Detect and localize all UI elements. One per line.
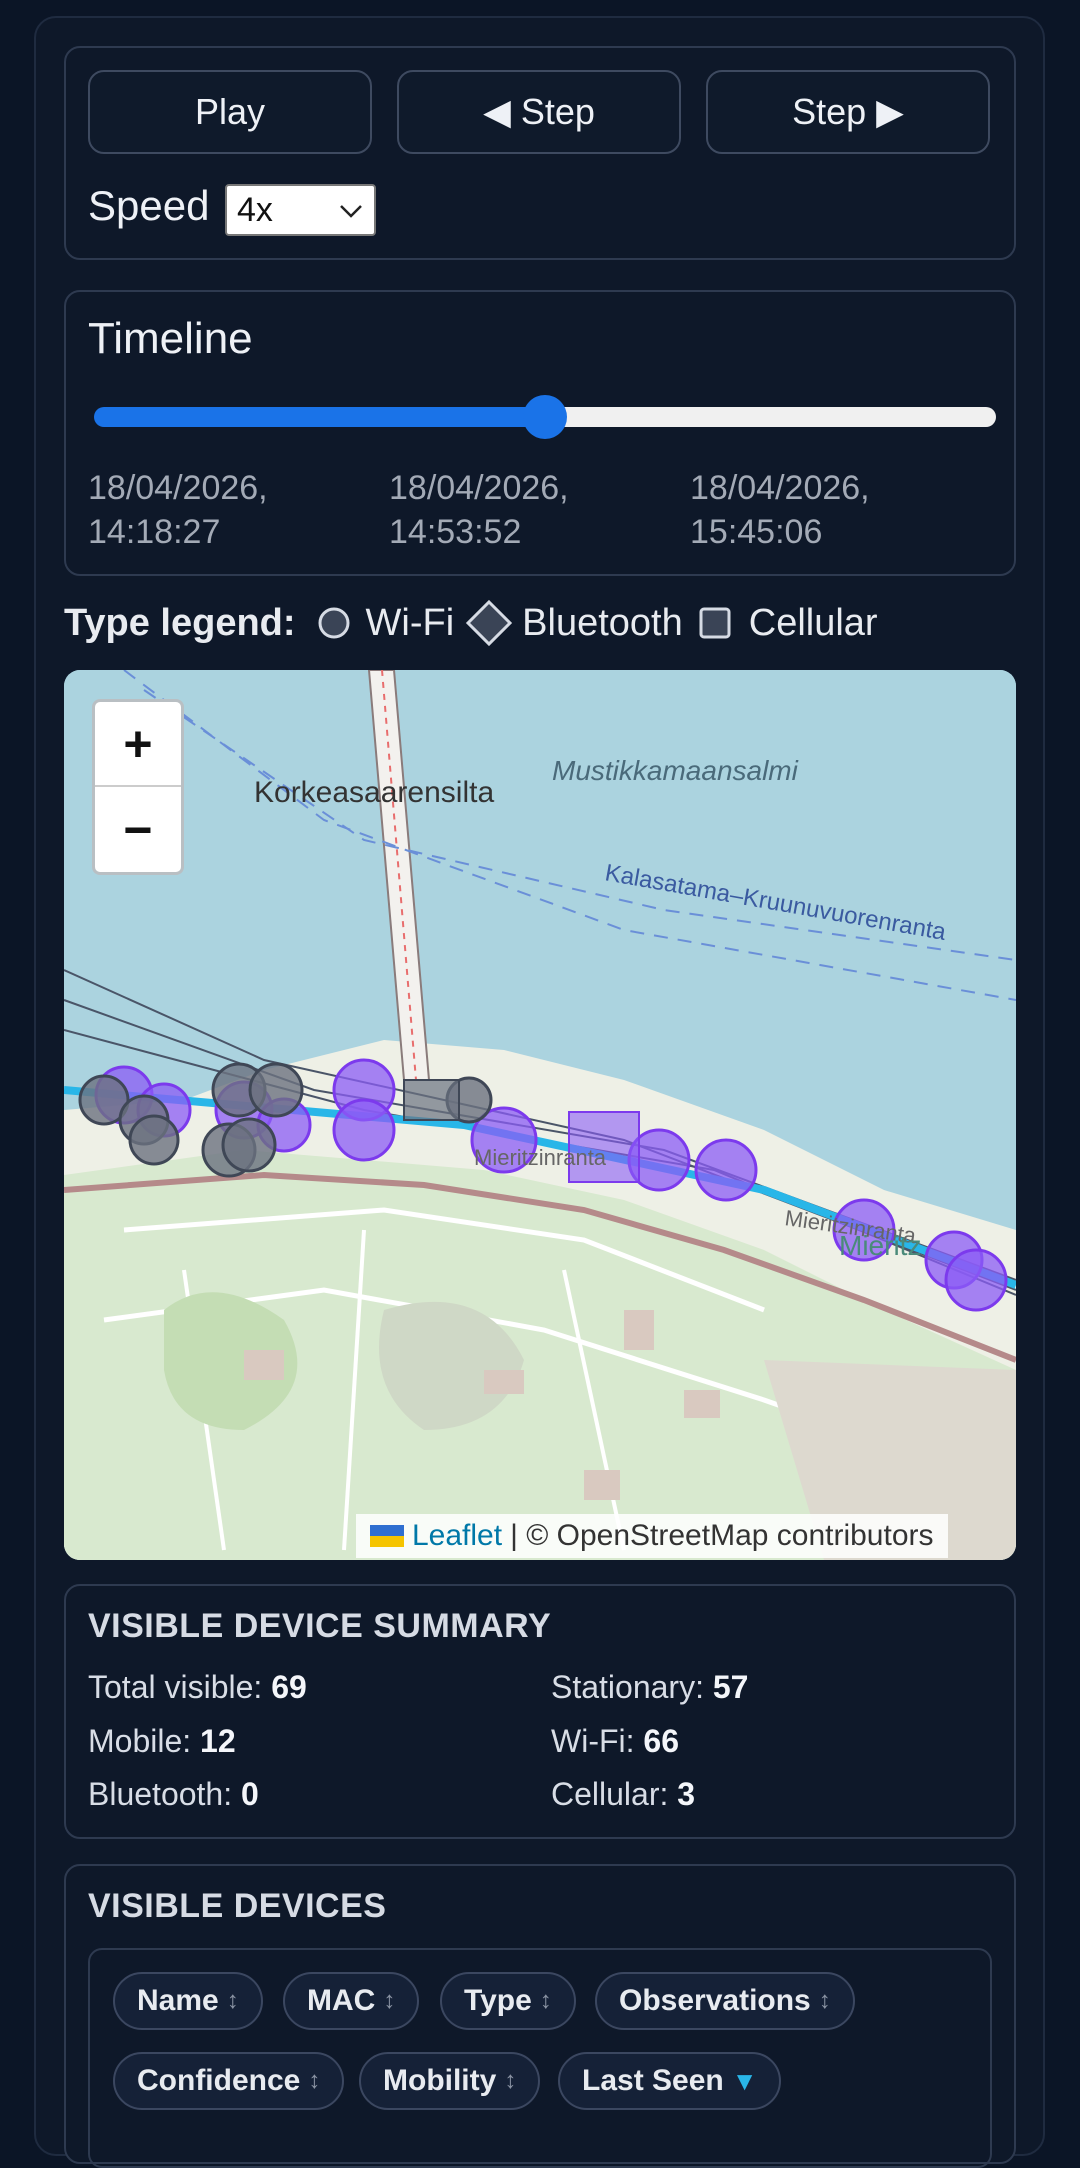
circle-icon xyxy=(318,607,350,639)
square-icon xyxy=(699,607,731,639)
summary-cellular: Cellular: 3 xyxy=(551,1776,696,1812)
timeline-title: Timeline xyxy=(88,314,253,363)
legend-wifi: Wi-Fi xyxy=(314,601,455,645)
chevron-down-icon xyxy=(340,205,362,218)
sort-icon: ↕ xyxy=(308,2067,321,2094)
zoom-out-button[interactable]: − xyxy=(95,787,181,872)
summary-mobile: Mobile: 12 xyxy=(88,1723,236,1759)
legend-bluetooth: Bluetooth xyxy=(464,598,683,648)
zoom-in-button[interactable]: + xyxy=(95,702,181,787)
timeline-slider-fill[interactable] xyxy=(94,407,545,427)
sort-icon: ↕ xyxy=(226,1987,239,2014)
legend-wifi-label: Wi-Fi xyxy=(365,601,455,644)
speed-select-value: 4x xyxy=(237,190,273,229)
legend-title: Type legend: xyxy=(64,601,296,644)
sort-mac-button[interactable]: MAC ↕ xyxy=(283,1972,420,2030)
legend-cellular-label: Cellular xyxy=(748,601,878,644)
speed-label: Speed xyxy=(88,182,210,229)
summary-total: Total visible: 69 xyxy=(88,1669,307,1705)
sort-type-button[interactable]: Type ↕ xyxy=(440,1972,576,2030)
sort-icon: ↕ xyxy=(383,1987,396,2014)
timeline-current-time: 18/04/2026, 14:53:52 xyxy=(389,469,569,551)
summary-stationary: Stationary: 57 xyxy=(551,1669,749,1705)
map-view[interactable]: Korkeasaarensilta Mustikkamaansalmi Kala… xyxy=(64,670,1016,1560)
sort-icon: ↕ xyxy=(539,1987,552,2014)
summary-title: VISIBLE DEVICE SUMMARY xyxy=(88,1607,552,1645)
map-label-road-3: Mieritz xyxy=(839,1230,921,1261)
ukraine-flag-icon xyxy=(370,1525,404,1547)
map-attribution: Leaflet | © OpenStreetMap contributors xyxy=(356,1514,948,1558)
sort-confidence-button[interactable]: Confidence ↕ xyxy=(113,2052,345,2110)
sort-mobility-button[interactable]: Mobility ↕ xyxy=(359,2052,541,2110)
map-label-bridge: Korkeasaarensilta xyxy=(254,776,494,809)
diamond-icon xyxy=(466,599,513,647)
attribution-text: | © OpenStreetMap contributors xyxy=(510,1519,934,1552)
zoom-control: + − xyxy=(92,699,184,875)
legend-cellular: Cellular xyxy=(693,602,878,645)
summary-bluetooth: Bluetooth: 0 xyxy=(88,1776,259,1812)
sort-name-button[interactable]: Name ↕ xyxy=(113,1972,263,2030)
sort-last-seen-button[interactable]: Last Seen ▼ xyxy=(558,2052,782,2110)
legend-bluetooth-label: Bluetooth xyxy=(522,601,683,644)
timeline-slider-track[interactable] xyxy=(545,407,996,427)
timeline-start-time: 18/04/2026, 14:18:27 xyxy=(88,469,268,551)
sort-desc-icon: ▼ xyxy=(731,2065,758,2096)
type-legend: Type legend: Wi-Fi Bluetooth Cellular xyxy=(64,598,888,648)
summary-wifi: Wi-Fi: 66 xyxy=(551,1723,679,1759)
step-back-button[interactable]: ◀ Step xyxy=(397,70,681,154)
play-button[interactable]: Play xyxy=(88,70,372,154)
map-tiles[interactable]: Korkeasaarensilta Mustikkamaansalmi Kala… xyxy=(64,670,1016,1560)
sort-icon: ↕ xyxy=(818,1987,831,2014)
leaflet-link[interactable]: Leaflet xyxy=(412,1519,502,1553)
timeline-slider-thumb[interactable] xyxy=(523,395,567,439)
map-label-road-1: Mieritzinranta xyxy=(474,1145,607,1170)
speed-select[interactable]: 4x xyxy=(225,184,376,236)
sort-observations-button[interactable]: Observations ↕ xyxy=(595,1972,855,2030)
timeline-end-time: 18/04/2026, 15:45:06 xyxy=(690,469,870,551)
devices-title: VISIBLE DEVICES xyxy=(88,1887,387,1925)
map-label-strait: Mustikkamaansalmi xyxy=(552,755,799,786)
step-forward-button[interactable]: Step ▶ xyxy=(706,70,990,154)
sort-icon: ↕ xyxy=(504,2067,517,2094)
